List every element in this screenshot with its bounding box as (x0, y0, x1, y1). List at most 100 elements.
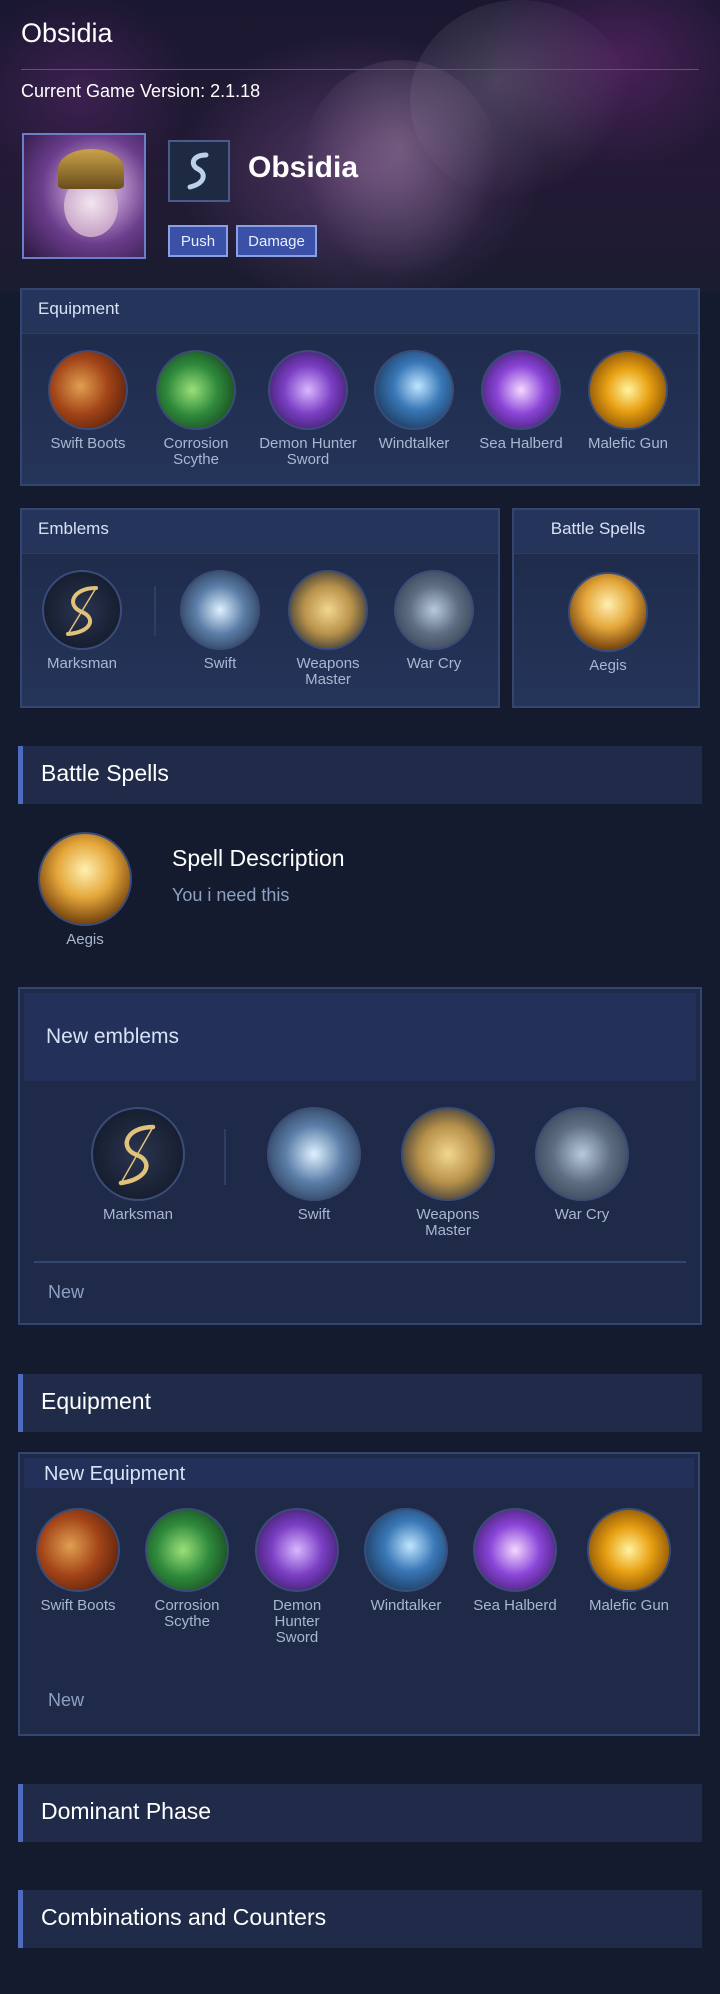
marksman-role-icon (168, 140, 230, 202)
emblem-divider (154, 586, 156, 636)
spell-label: Aegis (66, 931, 104, 948)
hero-name: Obsidia (248, 151, 359, 184)
portrait-crown (58, 149, 124, 189)
emblem-label: War Cry (554, 1206, 610, 1223)
item-label: Swift Boots (50, 435, 126, 452)
spell-description-title: Spell Description (172, 845, 345, 871)
new-emblem-talent[interactable]: War Cry (524, 1107, 640, 1223)
emblem-divider (224, 1129, 226, 1185)
title-divider (21, 69, 699, 70)
emblem-label: Swift (297, 1206, 331, 1223)
spell-label: Aegis (589, 657, 627, 674)
equipment-item[interactable]: Sea Halberd (463, 350, 579, 452)
item-label: Swift Boots (40, 1597, 116, 1614)
sea-halberd-icon (481, 350, 561, 430)
new-emblems-card: New emblems Marksman Swift Weapons Maste… (18, 987, 702, 1325)
item-label: Windtalker (370, 1597, 442, 1614)
spell-description-text: You i need this (172, 885, 290, 905)
malefic-gun-icon (587, 1508, 671, 1592)
item-label: Corrosion Scythe (154, 1597, 220, 1630)
new-equipment-card: New Equipment Swift Boots Corrosion Scyt… (18, 1452, 700, 1736)
emblem-label: Marksman (102, 1206, 173, 1223)
new-equipment-item[interactable]: Windtalker (356, 1508, 456, 1614)
new-emblem-talent[interactable]: Swift (256, 1107, 372, 1223)
aegis-spell-icon (568, 572, 648, 652)
windtalker-icon (364, 1508, 448, 1592)
battle-spells-card: Battle Spells Aegis (512, 508, 700, 708)
war-cry-talent-icon (394, 570, 474, 650)
emblem-main[interactable]: Marksman (24, 570, 140, 672)
swift-boots-icon (48, 350, 128, 430)
section-equipment[interactable]: Equipment (18, 1374, 702, 1432)
item-label: Corrosion Scythe (163, 435, 229, 468)
sea-halberd-icon (473, 1508, 557, 1592)
tag-damage[interactable]: Damage (236, 225, 317, 257)
bow-glyph-icon (118, 1124, 156, 1186)
marksman-emblem-icon (91, 1107, 185, 1201)
new-equipment-item[interactable]: Swift Boots (28, 1508, 128, 1614)
marksman-emblem-icon (42, 570, 122, 650)
section-combinations-counters[interactable]: Combinations and Counters (18, 1890, 702, 1948)
game-version: Current Game Version: 2.1.18 (21, 81, 261, 101)
windtalker-icon (374, 350, 454, 430)
equipment-item[interactable]: Malefic Gun (570, 350, 686, 452)
hero-artwork-hair (410, 0, 630, 200)
emblem-label: Swift (203, 655, 237, 672)
equipment-item[interactable]: Swift Boots (30, 350, 146, 452)
item-label: Malefic Gun (588, 1597, 670, 1614)
corrosion-scythe-icon (156, 350, 236, 430)
emblems-card-title: Emblems (22, 510, 498, 554)
demon-hunter-sword-icon (268, 350, 348, 430)
emblem-talent[interactable]: Weapons Master (270, 570, 386, 688)
emblem-label: Weapons Master (416, 1206, 480, 1239)
spell-detail-item[interactable]: Aegis (29, 832, 141, 948)
swift-talent-icon (267, 1107, 361, 1201)
section-dominant-phase[interactable]: Dominant Phase (18, 1784, 702, 1842)
emblem-label: War Cry (406, 655, 462, 672)
tag-push[interactable]: Push (168, 225, 228, 257)
item-label: Demon Hunter Sword (259, 435, 357, 468)
emblem-talent[interactable]: War Cry (376, 570, 492, 672)
battle-spells-card-title: Battle Spells (514, 510, 698, 554)
new-emblems-footer: New (48, 1282, 85, 1302)
swift-talent-icon (180, 570, 260, 650)
weapons-master-talent-icon (288, 570, 368, 650)
new-equipment-item[interactable]: Corrosion Scythe (137, 1508, 237, 1630)
new-emblems-title: New emblems (24, 993, 696, 1081)
swift-boots-icon (36, 1508, 120, 1592)
equipment-card-title: Equipment (22, 290, 698, 334)
item-label: Demon Hunter Sword (272, 1597, 322, 1646)
item-label: Sea Halberd (473, 1597, 557, 1614)
new-equipment-item[interactable]: Sea Halberd (465, 1508, 565, 1614)
hero-portrait[interactable] (22, 133, 146, 259)
new-equipment-title: New Equipment (24, 1458, 694, 1488)
spell-item[interactable]: Aegis (550, 572, 666, 674)
page-title: Obsidia (21, 18, 113, 48)
war-cry-talent-icon (535, 1107, 629, 1201)
equipment-item[interactable]: Demon Hunter Sword (244, 350, 372, 468)
equipment-item[interactable]: Corrosion Scythe (138, 350, 254, 468)
item-label: Malefic Gun (587, 435, 669, 452)
new-emblem-main[interactable]: Marksman (80, 1107, 196, 1223)
weapons-master-talent-icon (401, 1107, 495, 1201)
new-emblems-divider (34, 1261, 686, 1263)
bow-glyph-icon (66, 586, 98, 636)
section-battle-spells[interactable]: Battle Spells (18, 746, 702, 804)
equipment-card: Equipment Swift Boots Corrosion Scythe D… (20, 288, 700, 486)
corrosion-scythe-icon (145, 1508, 229, 1592)
aegis-spell-icon (38, 832, 132, 926)
emblems-card: Emblems Marksman Swift Weapons Master Wa… (20, 508, 500, 708)
new-emblem-talent[interactable]: Weapons Master (390, 1107, 506, 1239)
emblem-talent[interactable]: Swift (162, 570, 278, 672)
emblem-label: Marksman (46, 655, 117, 672)
equipment-item[interactable]: Windtalker (356, 350, 472, 452)
demon-hunter-sword-icon (255, 1508, 339, 1592)
item-label: Windtalker (378, 435, 450, 452)
role-glyph-icon (187, 152, 209, 190)
emblem-label: Weapons Master (296, 655, 360, 688)
new-equipment-item[interactable]: Demon Hunter Sword (247, 1508, 347, 1646)
malefic-gun-icon (588, 350, 668, 430)
new-equipment-item[interactable]: Malefic Gun (574, 1508, 684, 1614)
new-equipment-footer: New (48, 1690, 85, 1710)
item-label: Sea Halberd (479, 435, 563, 452)
